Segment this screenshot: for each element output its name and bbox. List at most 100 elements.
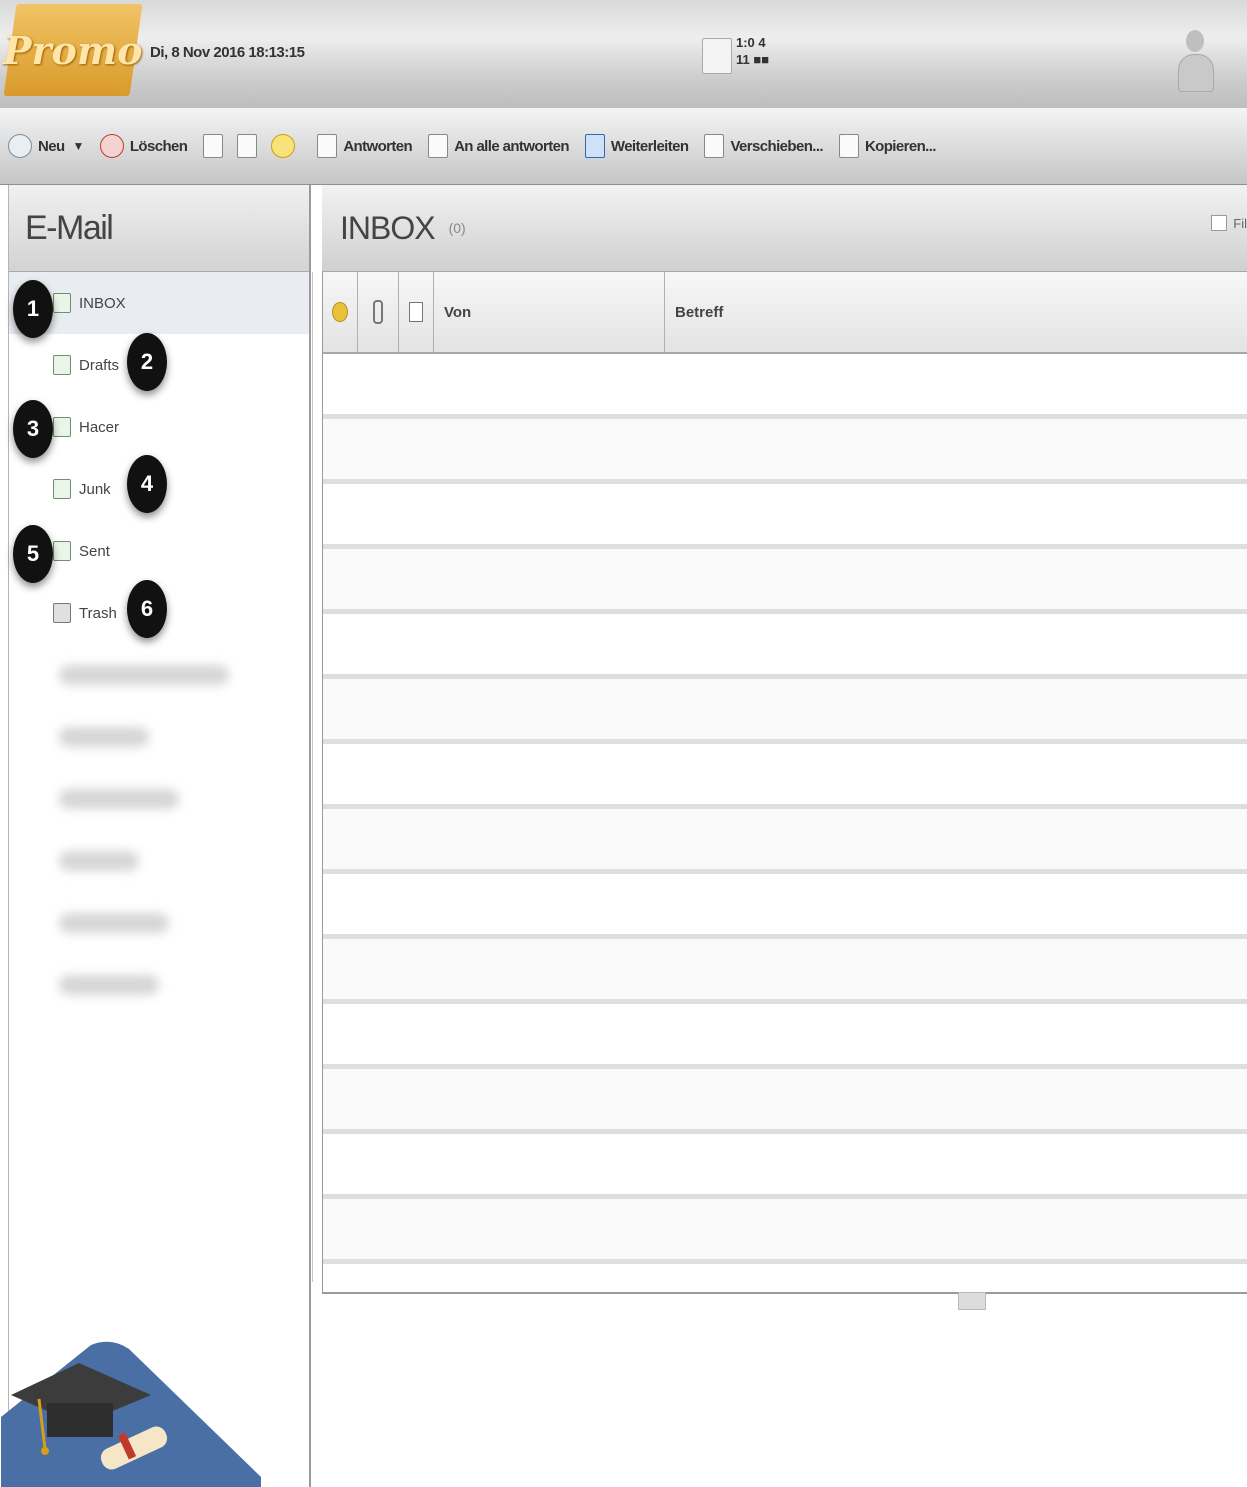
status-box-icon <box>702 38 732 74</box>
envelope-icon <box>203 134 224 158</box>
table-row[interactable] <box>323 1134 1247 1199</box>
move-icon <box>704 134 725 158</box>
blurred-item <box>59 913 169 933</box>
reply-all-icon <box>428 134 449 158</box>
flag-button[interactable] <box>271 126 309 166</box>
folder-icon <box>53 417 71 437</box>
paperclip-icon <box>373 300 383 324</box>
callout-badge-5: 5 <box>13 525 53 583</box>
forward-button[interactable]: Weiterleiten <box>577 126 697 166</box>
table-row[interactable] <box>323 744 1247 809</box>
table-row[interactable] <box>323 679 1247 744</box>
callout-badge-4: 4 <box>127 455 167 513</box>
table-row[interactable] <box>323 1004 1247 1069</box>
sidebar-title: E-Mail <box>9 185 309 272</box>
callout-badge-3: 3 <box>13 400 53 458</box>
filter-checkbox[interactable] <box>1211 215 1228 231</box>
move-label: Verschieben... <box>730 137 823 155</box>
folder-icon <box>53 541 71 561</box>
user-head <box>1186 30 1204 52</box>
mail-toolbar: Neu ▼ Löschen Antworten An alle antworte… <box>0 108 1247 185</box>
message-list-header: Von Betreff <box>323 272 1247 354</box>
copy-button[interactable]: Kopieren... <box>831 126 944 166</box>
message-count: (0) <box>448 220 466 236</box>
forward-label: Weiterleiten <box>610 137 689 155</box>
new-icon <box>8 134 32 158</box>
folder-sidebar: E-Mail INBOX Drafts Hacer Junk Sent Tras… <box>1 185 311 1487</box>
delete-icon <box>99 134 124 158</box>
logo-text: Promo <box>3 27 143 73</box>
table-row[interactable] <box>323 809 1247 874</box>
reply-button[interactable]: Antworten <box>309 126 420 166</box>
sidebar-item-sent[interactable]: Sent <box>9 520 309 582</box>
reply-all-button[interactable]: An alle antworten <box>420 126 577 166</box>
folder-icon <box>53 293 71 313</box>
delete-button[interactable]: Löschen <box>92 126 195 166</box>
sidebar-item-label: Sent <box>79 542 110 560</box>
folder-icon <box>53 355 71 375</box>
blurred-item <box>59 727 149 747</box>
table-row[interactable] <box>323 874 1247 939</box>
col-status[interactable] <box>399 272 434 352</box>
top-header-bar: Promo Di, 8 Nov 2016 18:13:15 1:0 4 11 ■… <box>0 0 1247 109</box>
flag-icon <box>271 134 296 158</box>
blurred-item <box>59 975 159 995</box>
message-list: Von Betreff <box>322 272 1247 1294</box>
table-row[interactable] <box>323 1199 1247 1264</box>
sidebar-item-label: Drafts <box>79 356 120 374</box>
sidebar-item-label: INBOX <box>79 294 126 312</box>
new-button[interactable]: Neu ▼ <box>0 126 92 166</box>
document-icon <box>409 302 423 322</box>
copy-label: Kopieren... <box>864 137 937 155</box>
filter-label: Fil <box>1233 215 1247 231</box>
table-row[interactable] <box>323 614 1247 679</box>
col-flag[interactable] <box>323 272 358 352</box>
page-title: INBOX <box>340 209 436 246</box>
callout-badge-2: 2 <box>127 333 167 391</box>
blurred-item <box>59 851 139 871</box>
resize-handle[interactable] <box>958 1292 986 1310</box>
envelope-open-icon <box>237 134 258 158</box>
callout-badge-1: 1 <box>13 280 53 338</box>
table-row[interactable] <box>323 1069 1247 1134</box>
table-row[interactable] <box>323 419 1247 484</box>
col-attachment[interactable] <box>358 272 399 352</box>
delete-label: Löschen <box>129 137 188 155</box>
mark-unread-button[interactable] <box>195 126 237 166</box>
app-logo[interactable]: Promo <box>3 4 143 96</box>
reply-icon <box>317 134 338 158</box>
table-row[interactable] <box>323 549 1247 614</box>
col-subject[interactable]: Betreff <box>665 272 1247 352</box>
trash-icon <box>53 603 71 623</box>
new-label: Neu <box>38 137 65 155</box>
callout-badge-6: 6 <box>127 580 167 638</box>
status-numbers: 1:0 4 11 ■■ <box>736 34 769 68</box>
status-top: 1:0 4 <box>736 35 766 50</box>
sidebar-item-label: Trash <box>79 604 117 622</box>
forward-icon <box>584 134 605 158</box>
move-button[interactable]: Verschieben... <box>696 126 830 166</box>
reply-all-label: An alle antworten <box>454 137 569 155</box>
filter-control[interactable]: Fil <box>1211 215 1247 231</box>
table-row[interactable] <box>323 939 1247 1004</box>
message-rows <box>323 354 1247 1264</box>
blurred-item <box>59 789 179 809</box>
reply-label: Antworten <box>343 137 413 155</box>
sidebar-item-hacer[interactable]: Hacer <box>9 396 309 458</box>
chevron-down-icon[interactable]: ▼ <box>73 139 85 153</box>
pane-splitter[interactable] <box>312 272 321 1282</box>
user-body <box>1178 54 1214 92</box>
copy-icon <box>838 134 859 158</box>
sidebar-item-inbox[interactable]: INBOX <box>9 272 309 334</box>
user-icon[interactable] <box>1174 30 1216 92</box>
table-row[interactable] <box>323 354 1247 419</box>
sidebar-item-label: Hacer <box>79 418 120 436</box>
current-datetime: Di, 8 Nov 2016 18:13:15 <box>150 44 305 61</box>
table-row[interactable] <box>323 484 1247 549</box>
mark-read-button[interactable] <box>237 126 271 166</box>
folder-icon <box>53 479 71 499</box>
col-from[interactable]: Von <box>434 272 665 352</box>
blurred-item <box>59 665 229 685</box>
status-widget[interactable]: 1:0 4 11 ■■ <box>702 30 802 82</box>
graduation-cap-icon <box>1 1341 261 1487</box>
